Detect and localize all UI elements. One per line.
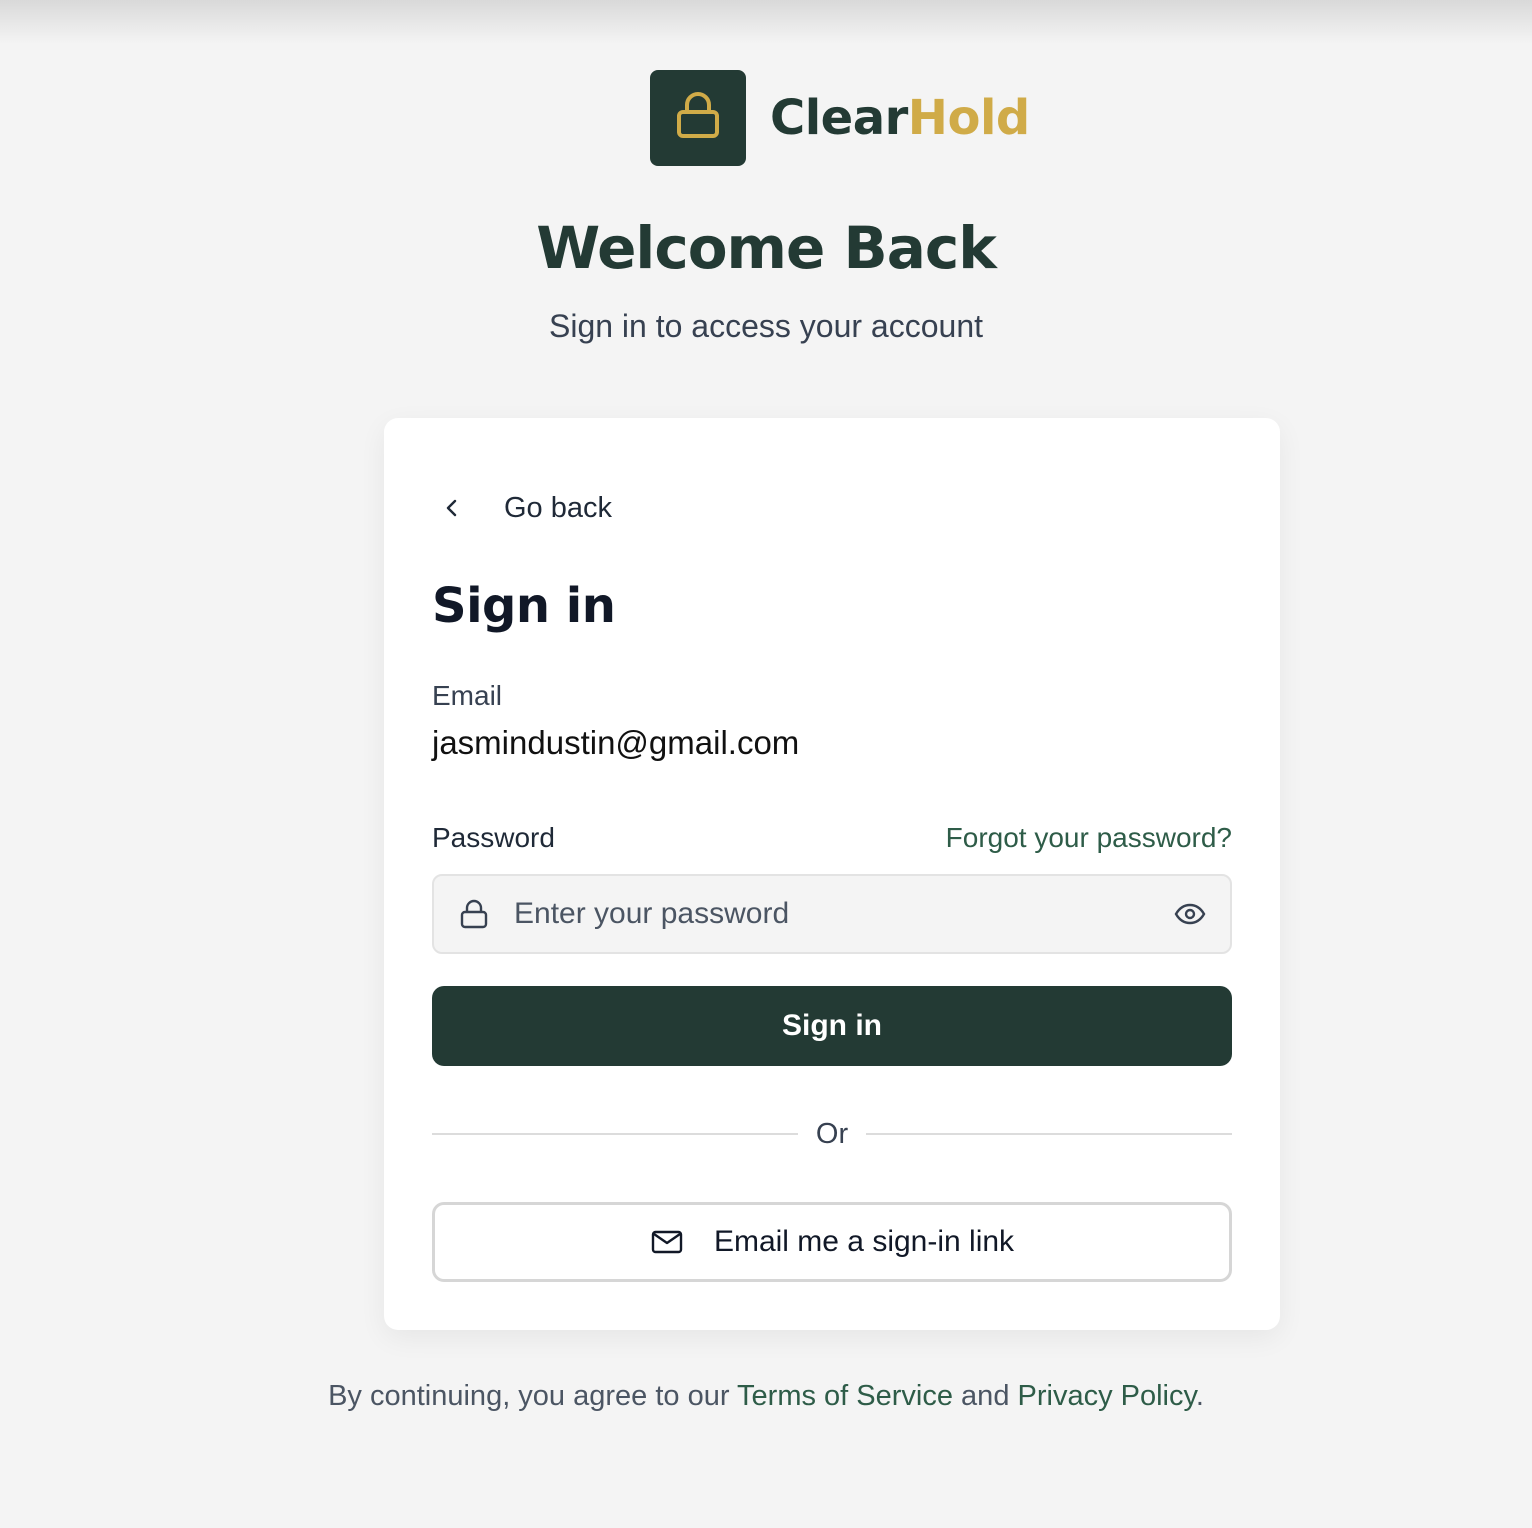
terms-link[interactable]: Terms of Service	[737, 1380, 953, 1412]
privacy-link[interactable]: Privacy Policy	[1018, 1380, 1196, 1412]
divider-line	[866, 1133, 1232, 1135]
mail-icon	[650, 1225, 684, 1259]
lock-icon	[676, 91, 720, 145]
legal-suffix: .	[1195, 1380, 1204, 1412]
chevron-left-icon	[432, 488, 472, 528]
brand-name-part1: Clear	[770, 90, 908, 146]
forgot-password-link[interactable]: Forgot your password?	[946, 822, 1232, 854]
password-input[interactable]	[514, 884, 1172, 944]
logo-badge	[650, 70, 746, 166]
email-label: Email	[432, 680, 503, 711]
top-shadow	[0, 0, 1532, 44]
divider-label: Or	[815, 1117, 849, 1150]
eye-icon[interactable]	[1172, 896, 1208, 932]
sign-in-card: Go back Sign in Email jasmindustin@gmail…	[384, 418, 1280, 1330]
brand-name-part2: Hold	[907, 90, 1030, 146]
page-subtitle: Sign in to access your account	[548, 308, 983, 344]
legal-conjunction: and	[953, 1380, 1018, 1412]
go-back-button[interactable]: Go back	[432, 488, 612, 528]
brand-name: ClearHold	[770, 90, 1030, 146]
email-sign-in-link-label: Email me a sign-in link	[713, 1225, 1015, 1258]
brand-logo: ClearHold	[650, 70, 1030, 166]
form-title: Sign in	[432, 578, 616, 634]
email-value: jasmindustin@gmail.com	[432, 724, 800, 761]
page-title: Welcome Back	[536, 214, 997, 282]
or-divider: Or	[432, 1114, 1232, 1154]
lock-icon	[458, 898, 490, 930]
legal-prefix: By continuing, you agree to our	[328, 1380, 738, 1412]
sign-in-button[interactable]: Sign in	[432, 986, 1232, 1066]
email-sign-in-link-button[interactable]: Email me a sign-in link	[432, 1202, 1232, 1282]
divider-line	[432, 1133, 798, 1135]
legal-notice: By continuing, you agree to our Terms of…	[0, 1380, 1532, 1413]
password-label: Password	[432, 822, 555, 853]
password-field	[432, 874, 1232, 954]
go-back-label: Go back	[504, 491, 612, 524]
